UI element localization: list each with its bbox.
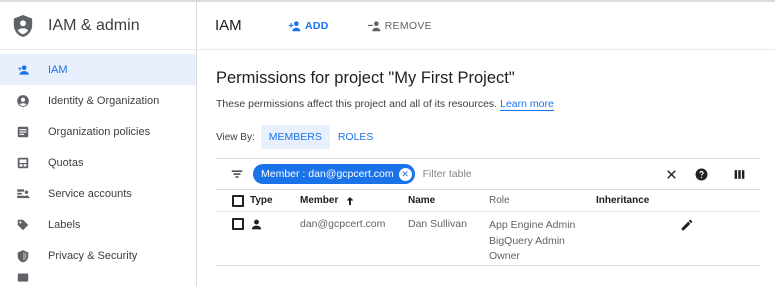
column-header-inheritance[interactable]: Inheritance — [596, 195, 686, 206]
account-circle-icon — [16, 94, 30, 108]
label-tag-icon — [16, 218, 30, 232]
tab-members[interactable]: MEMBERS — [260, 125, 330, 149]
person-icon — [251, 219, 262, 230]
sidebar: IAM & admin IAM Identity & Organization … — [0, 2, 197, 286]
permissions-description: These permissions affect this project an… — [216, 98, 498, 110]
column-header-member[interactable]: Member — [300, 195, 408, 207]
role-item: Owner — [489, 250, 520, 262]
sidebar-item-label: Organization policies — [48, 125, 151, 138]
type-cell — [250, 212, 300, 265]
sidebar-item-privacy-security[interactable]: Privacy & Security — [0, 240, 196, 271]
row-select-cell — [232, 212, 250, 265]
sidebar-item-label: Quotas — [48, 156, 84, 169]
sidebar-nav: IAM Identity & Organization Organization… — [0, 50, 196, 283]
select-all-checkbox[interactable] — [232, 194, 244, 207]
add-button[interactable]: ADD — [287, 20, 329, 32]
sidebar-item-organization-policies[interactable]: Organization policies — [0, 116, 196, 147]
table-header: Type Member Name Role Inheritance — [216, 190, 760, 212]
select-all-cell — [232, 194, 250, 207]
list-doc-icon — [16, 125, 30, 139]
iam-shield-logo-icon — [12, 14, 34, 38]
sidebar-header: IAM & admin — [0, 2, 196, 50]
clear-filter-icon[interactable] — [664, 167, 678, 181]
member-cell: dan@gcpcert.com — [300, 218, 386, 230]
view-by-label: View By: — [216, 131, 255, 143]
sidebar-item-label: Labels — [48, 218, 81, 231]
row-checkbox[interactable] — [232, 218, 244, 230]
sidebar-item-service-accounts[interactable]: Service accounts — [0, 178, 196, 209]
quota-icon — [16, 156, 30, 170]
sort-ascending-icon[interactable] — [344, 195, 356, 207]
permissions-subtitle: These permissions affect this project an… — [216, 98, 554, 111]
column-display-icon[interactable] — [732, 167, 746, 181]
sidebar-item-more[interactable] — [0, 271, 196, 283]
more-item-icon — [16, 270, 30, 284]
role-cell: App Engine Admin BigQuery Admin Owner — [489, 212, 596, 265]
filter-chip-label: Member : dan@gcpcert.com — [261, 168, 394, 180]
role-item: BigQuery Admin — [489, 234, 565, 247]
filter-list-icon[interactable] — [230, 167, 244, 181]
chip-close-icon[interactable]: ✕ — [398, 167, 412, 181]
main-header: IAM ADD REMOVE — [198, 2, 775, 50]
main-content: Permissions for project "My First Projec… — [198, 50, 775, 286]
filter-chip[interactable]: Member : dan@gcpcert.com ✕ — [253, 164, 415, 184]
page-title: IAM — [215, 17, 242, 34]
sidebar-item-identity-organization[interactable]: Identity & Organization — [0, 85, 196, 116]
column-header-name[interactable]: Name — [408, 195, 489, 206]
table-row: dan@gcpcert.com Dan Sullivan App Engine … — [216, 212, 760, 266]
shield-icon — [16, 249, 30, 263]
sidebar-item-quotas[interactable]: Quotas — [0, 147, 196, 178]
sidebar-item-label: Service accounts — [48, 187, 132, 200]
filter-bar: Member : dan@gcpcert.com ✕ — [216, 158, 760, 190]
column-header-type[interactable]: Type — [250, 195, 300, 206]
name-cell: Dan Sullivan — [408, 218, 467, 230]
learn-more-link[interactable]: Learn more — [500, 98, 554, 111]
role-item: App Engine Admin — [489, 219, 576, 231]
app-title: IAM & admin — [48, 16, 140, 34]
edit-pencil-icon[interactable] — [680, 218, 694, 232]
sidebar-item-labels[interactable]: Labels — [0, 209, 196, 240]
remove-button-label: REMOVE — [384, 19, 432, 32]
column-header-member-label: Member — [300, 195, 339, 206]
person-add-icon — [288, 20, 301, 31]
sidebar-item-label: Identity & Organization — [48, 94, 160, 107]
sidebar-item-iam[interactable]: IAM — [0, 54, 196, 85]
tab-roles[interactable]: ROLES — [330, 125, 382, 149]
filter-table-input[interactable] — [422, 168, 623, 180]
sidebar-item-label: IAM — [48, 63, 68, 76]
permissions-title: Permissions for project "My First Projec… — [216, 69, 515, 87]
column-header-role[interactable]: Role — [489, 195, 596, 206]
service-account-icon — [16, 187, 30, 201]
help-icon[interactable] — [694, 167, 708, 181]
view-by-toggle: View By: MEMBERS ROLES — [216, 125, 381, 149]
person-add-icon — [16, 63, 30, 77]
inheritance-cell — [596, 212, 686, 265]
remove-button[interactable]: REMOVE — [367, 20, 432, 32]
sidebar-item-label: Privacy & Security — [48, 249, 138, 262]
person-remove-icon — [367, 20, 381, 31]
add-button-label: ADD — [305, 19, 329, 32]
